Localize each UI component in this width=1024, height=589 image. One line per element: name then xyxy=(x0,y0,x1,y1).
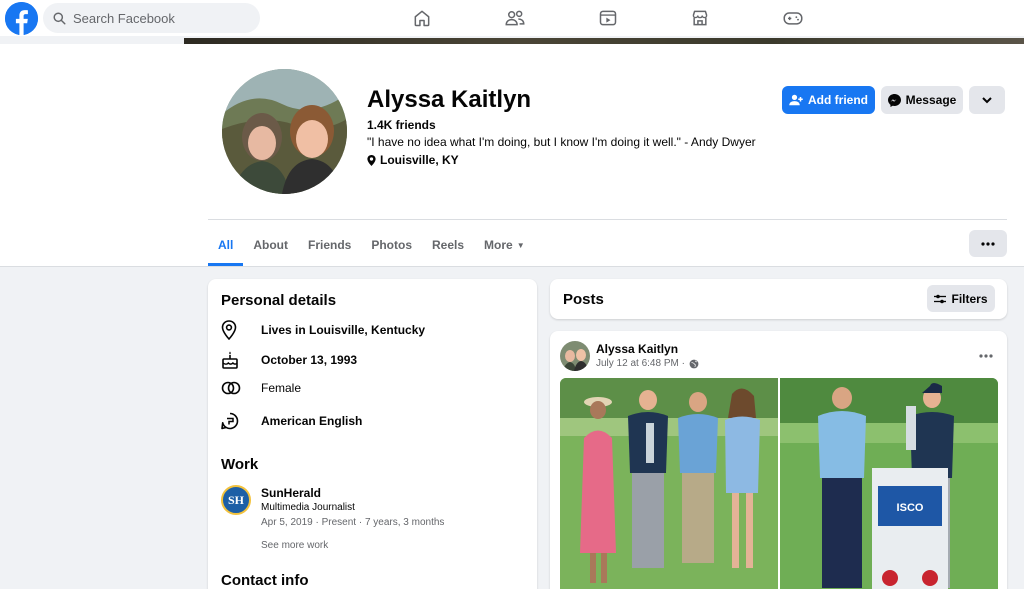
post-author-avatar[interactable] xyxy=(560,341,590,371)
friends-count-link[interactable]: 1.4K friends xyxy=(367,118,436,132)
home-icon[interactable] xyxy=(409,6,435,30)
tab-all[interactable]: All xyxy=(208,224,244,266)
personal-details-title: Personal details xyxy=(221,292,337,309)
profile-header: Alyssa Kaitlyn 1.4K friends "I have no i… xyxy=(0,44,1024,267)
contact-info-title: Contact info xyxy=(221,572,309,589)
tab-label: Reels xyxy=(432,238,465,252)
add-friend-label: Add friend xyxy=(808,93,868,107)
sunherald-logo[interactable]: SH xyxy=(221,485,251,515)
messenger-icon xyxy=(887,93,901,107)
top-navigation-bar xyxy=(0,0,1024,36)
gaming-icon[interactable] xyxy=(780,6,806,30)
post-timestamp[interactable]: July 12 at 6:48 PM · xyxy=(596,358,685,369)
public-globe-icon xyxy=(689,359,699,368)
profile-bio: "I have no idea what I'm doing, but I kn… xyxy=(367,135,756,149)
video-icon[interactable] xyxy=(595,6,621,30)
posts-header-card: Posts Filters xyxy=(550,279,1007,319)
facebook-logo-icon[interactable] xyxy=(5,2,38,35)
posts-title: Posts xyxy=(563,291,604,308)
detail-text: American English xyxy=(261,414,363,428)
detail-text: October 13, 1993 xyxy=(261,353,358,367)
message-button[interactable]: Message xyxy=(881,86,963,114)
friends-icon[interactable] xyxy=(502,6,528,30)
detail-text: Lives in Louisville, Kentucky xyxy=(261,323,426,337)
add-person-icon xyxy=(789,94,803,106)
tab-reels[interactable]: Reels xyxy=(422,224,474,266)
search-input[interactable] xyxy=(73,10,243,26)
add-friend-button[interactable]: Add friend xyxy=(782,86,875,114)
post-author-name[interactable]: Alyssa Kaitlyn xyxy=(596,342,678,356)
chevron-down-icon xyxy=(982,96,992,103)
search-bar[interactable] xyxy=(43,3,260,33)
personal-details-card: Personal details Lives in Louisville, Ke… xyxy=(208,279,537,589)
tab-about[interactable]: About xyxy=(243,224,298,266)
work-role: Multimedia Journalist xyxy=(261,502,355,513)
svg-text:ISCO: ISCO xyxy=(897,502,924,514)
post-meta: July 12 at 6:48 PM · xyxy=(596,358,699,369)
caret-down-icon: ▼ xyxy=(516,240,525,250)
detail-text: Female xyxy=(261,381,302,395)
work-company-link[interactable]: SunHerald xyxy=(261,486,321,500)
tab-label: Photos xyxy=(371,238,413,252)
language-icon xyxy=(221,412,239,430)
work-title: Work xyxy=(221,456,259,473)
post-photo-trophy[interactable]: ISCO xyxy=(780,378,998,589)
profile-options-dropdown[interactable] xyxy=(969,86,1005,114)
marketplace-icon[interactable] xyxy=(687,6,713,30)
filter-sliders-icon xyxy=(934,294,947,303)
tab-photos[interactable]: Photos xyxy=(361,224,422,266)
tab-label: About xyxy=(253,238,288,252)
detail-birthday: October 13, 1993 xyxy=(221,350,357,370)
location-pin-icon xyxy=(221,320,237,340)
see-more-work-link[interactable]: See more work xyxy=(261,540,328,551)
location-pin-icon xyxy=(367,154,376,166)
detail-language: American English xyxy=(221,412,362,430)
profile-name: Alyssa Kaitlyn xyxy=(367,86,532,113)
filters-button[interactable]: Filters xyxy=(927,285,995,312)
profile-location: Louisville, KY xyxy=(367,153,459,167)
tab-label: All xyxy=(218,238,234,252)
work-dates: Apr 5, 2019 · Present · 7 years, 3 month… xyxy=(261,517,445,528)
more-options-button[interactable] xyxy=(969,230,1007,257)
post-options-button[interactable] xyxy=(979,345,993,363)
tab-friends[interactable]: Friends xyxy=(298,224,361,266)
ellipsis-icon xyxy=(981,241,995,246)
post-card: Alyssa Kaitlyn July 12 at 6:48 PM · ISCO xyxy=(550,331,1007,589)
tab-label: Friends xyxy=(308,238,352,252)
location-text: Louisville, KY xyxy=(380,153,459,167)
message-label: Message xyxy=(905,93,957,107)
post-photo-group[interactable] xyxy=(560,378,778,589)
profile-tabs: All About Friends Photos Reels More ▼ xyxy=(208,224,535,266)
tab-more[interactable]: More ▼ xyxy=(474,224,535,266)
tab-label: More xyxy=(484,238,513,252)
birthday-cake-icon xyxy=(222,351,238,369)
filters-label: Filters xyxy=(951,291,988,306)
search-icon xyxy=(53,11,66,25)
gender-icon xyxy=(221,381,241,395)
profile-avatar[interactable] xyxy=(219,66,350,197)
detail-residence: Lives in Louisville, Kentucky xyxy=(221,320,425,340)
ellipsis-icon xyxy=(979,354,993,358)
detail-gender: Female xyxy=(221,381,301,395)
header-divider xyxy=(208,219,1007,220)
